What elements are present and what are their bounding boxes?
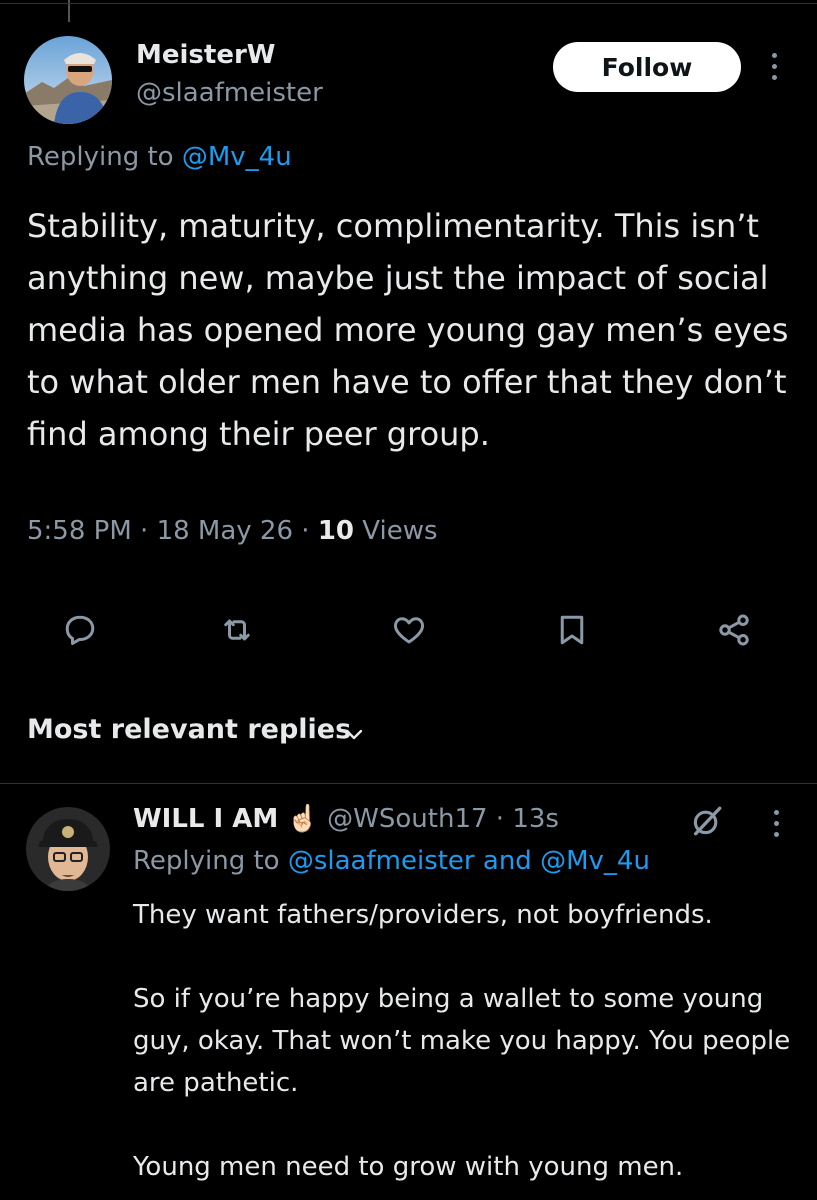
tweet-time[interactable]: 5:58 PM xyxy=(27,516,132,546)
divider xyxy=(0,783,817,784)
reply-replying-to-line: Replying to @slaafmeister and @Mv_4u xyxy=(133,846,650,876)
reply-paragraph: So if you’re happy being a wallet to som… xyxy=(133,984,791,1098)
share-icon[interactable] xyxy=(712,608,756,652)
bookmark-icon[interactable] xyxy=(550,608,594,652)
separator-line xyxy=(0,3,817,4)
reply-header: WILL I AM ☝🏻 @WSouth17 · 13s xyxy=(133,804,559,834)
author-handle[interactable]: @slaafmeister xyxy=(136,78,323,108)
like-icon[interactable] xyxy=(387,608,431,652)
reply-handle-time: @WSouth17 · 13s xyxy=(327,804,559,834)
reply-mention-2[interactable]: @Mv_4u xyxy=(540,846,650,876)
retweet-icon[interactable] xyxy=(215,608,259,652)
grok-icon[interactable] xyxy=(690,804,724,838)
reply-mention-1[interactable]: @slaafmeister xyxy=(288,846,475,876)
tweet-text: Stability, maturity, complimentarity. Th… xyxy=(27,207,789,453)
views-count[interactable]: 10 xyxy=(318,516,354,546)
reply-more-options-icon[interactable] xyxy=(772,810,780,837)
tweet-date[interactable]: 18 May 26 xyxy=(157,516,293,546)
reply-author-handle[interactable]: @WSouth17 xyxy=(327,804,487,834)
chevron-down-icon[interactable] xyxy=(342,722,366,746)
reply-mention-joiner: and xyxy=(474,846,541,876)
replying-to-line: Replying to @Mv_4u xyxy=(27,142,292,172)
reply-replying-prefix: Replying to xyxy=(133,846,288,876)
replying-to-mention[interactable]: @Mv_4u xyxy=(182,142,292,172)
reply-icon[interactable] xyxy=(58,608,102,652)
views-label[interactable]: Views xyxy=(362,516,437,546)
pointing-up-emoji: ☝🏻 xyxy=(286,804,319,834)
reply-author-avatar[interactable] xyxy=(26,807,110,891)
reply-text: They want fathers/providers, not boyfrie… xyxy=(133,894,803,1188)
tweet-meta: 5:58 PM · 18 May 26 · 10 Views xyxy=(27,516,438,546)
top-separator xyxy=(0,0,817,22)
reply-paragraph: Young men need to grow with young men. xyxy=(133,1152,684,1182)
follow-button[interactable]: Follow xyxy=(553,42,741,92)
reply-time[interactable]: 13s xyxy=(512,804,559,834)
author-avatar[interactable] xyxy=(24,36,112,124)
replies-sort-label[interactable]: Most relevant replies xyxy=(27,714,351,745)
reply-paragraph: They want fathers/providers, not boyfrie… xyxy=(133,900,713,930)
replying-prefix: Replying to xyxy=(27,142,182,172)
reply-author-name[interactable]: WILL I AM xyxy=(133,804,278,834)
author-name[interactable]: MeisterW xyxy=(136,40,275,70)
more-options-icon[interactable] xyxy=(770,53,778,80)
